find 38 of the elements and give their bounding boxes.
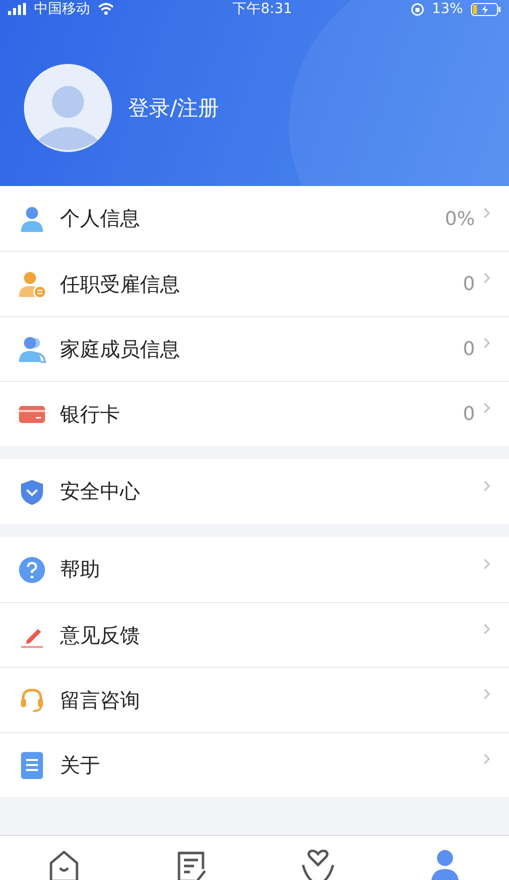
- chevron-icon: [483, 688, 491, 700]
- carrier-name: 中国移动: [34, 1, 90, 17]
- chevron-icon: [483, 623, 491, 635]
- menu-item-label[interactable]: 家庭成员信息: [60, 336, 463, 362]
- help-icon: [18, 556, 46, 584]
- chevron-icon: [483, 402, 491, 414]
- avatar-icon[interactable]: [24, 64, 112, 152]
- menu-item-label[interactable]: 帮助: [60, 556, 483, 583]
- item-count: 0%: [444, 208, 475, 230]
- shield-icon: [18, 478, 46, 506]
- login-register-link[interactable]: 登录/注册: [128, 94, 220, 122]
- tab-heart-hand-icon[interactable]: [300, 847, 336, 880]
- menu-item-label[interactable]: 关于: [60, 752, 483, 778]
- people-icon: [18, 335, 46, 363]
- menu-item-label[interactable]: 意见反馈: [60, 622, 483, 648]
- chevron-icon: [483, 558, 491, 570]
- chevron-icon: [483, 480, 491, 492]
- person-icon: [18, 204, 46, 232]
- item-count: 0: [462, 403, 475, 425]
- status-time: 下午8:31: [232, 1, 292, 17]
- rotation-lock-icon: [410, 2, 424, 16]
- signal-icon: [8, 3, 26, 15]
- battery-percent: 13%: [432, 1, 463, 17]
- document-icon: [18, 751, 46, 779]
- item-count: 0: [462, 338, 475, 360]
- wifi-icon: [98, 3, 114, 15]
- headset-icon: [18, 686, 46, 714]
- battery-icon: [470, 2, 501, 16]
- menu-item-label[interactable]: 个人信息: [60, 205, 445, 232]
- chevron-icon: [483, 206, 491, 218]
- person-badge-icon: [18, 270, 46, 298]
- item-count: 0: [462, 273, 475, 295]
- menu-item-label[interactable]: 任职受雇信息: [60, 270, 463, 298]
- chevron-icon: [483, 753, 491, 765]
- menu-item-label[interactable]: 银行卡: [60, 400, 463, 428]
- menu-item-label[interactable]: 留言咨询: [60, 686, 483, 714]
- chevron-icon: [483, 272, 491, 284]
- chevron-icon: [483, 337, 491, 349]
